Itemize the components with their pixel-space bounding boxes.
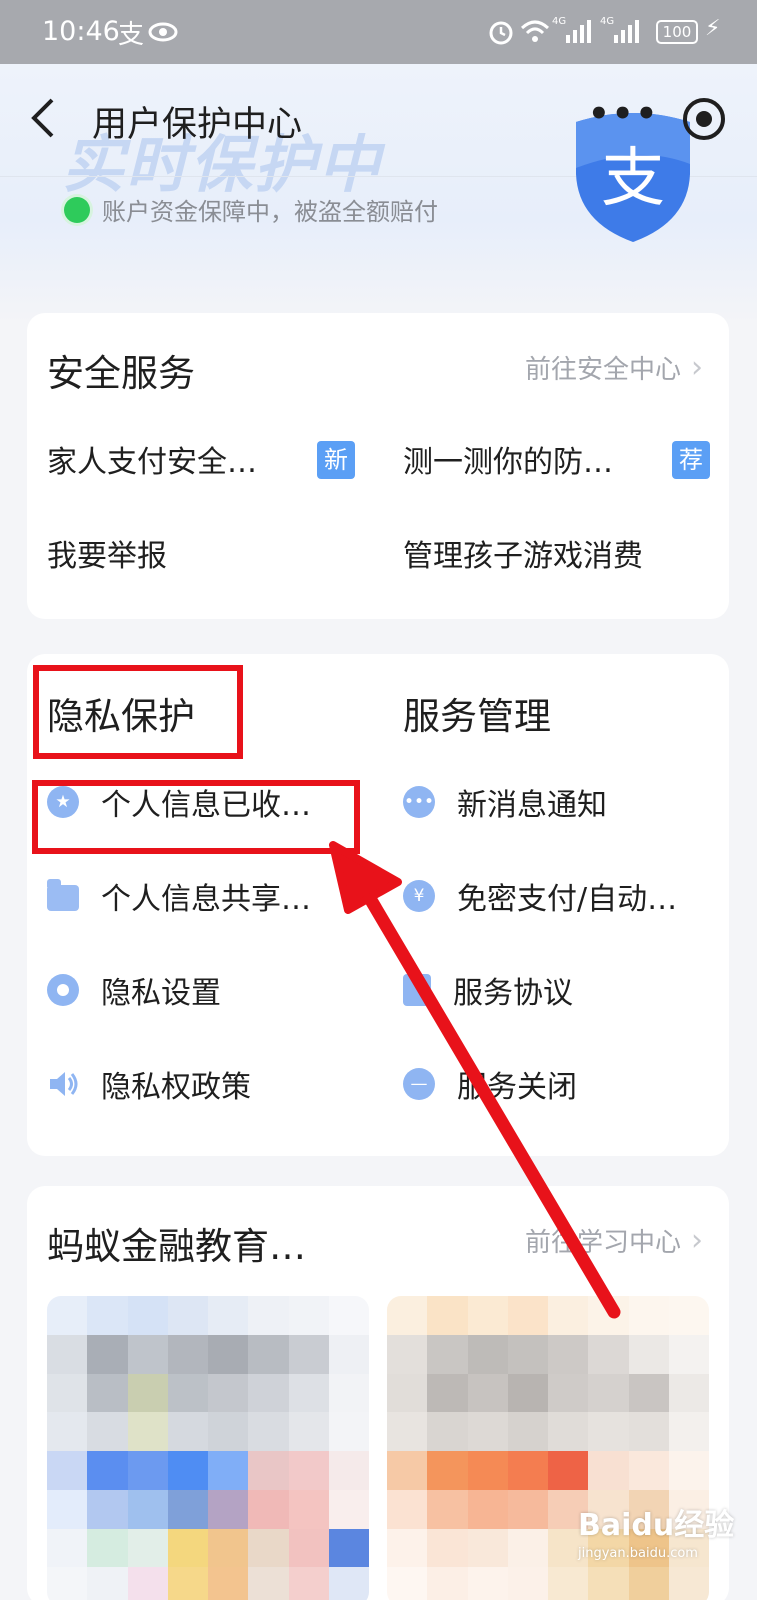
watermark-subtext: jingyan.baidu.com (578, 1546, 698, 1561)
watermark-text: Baidu经验 (578, 1508, 735, 1543)
baidu-watermark: Baidu经验 jingyan.baidu.com (578, 1500, 734, 1561)
annotation-arrow (329, 841, 621, 1319)
